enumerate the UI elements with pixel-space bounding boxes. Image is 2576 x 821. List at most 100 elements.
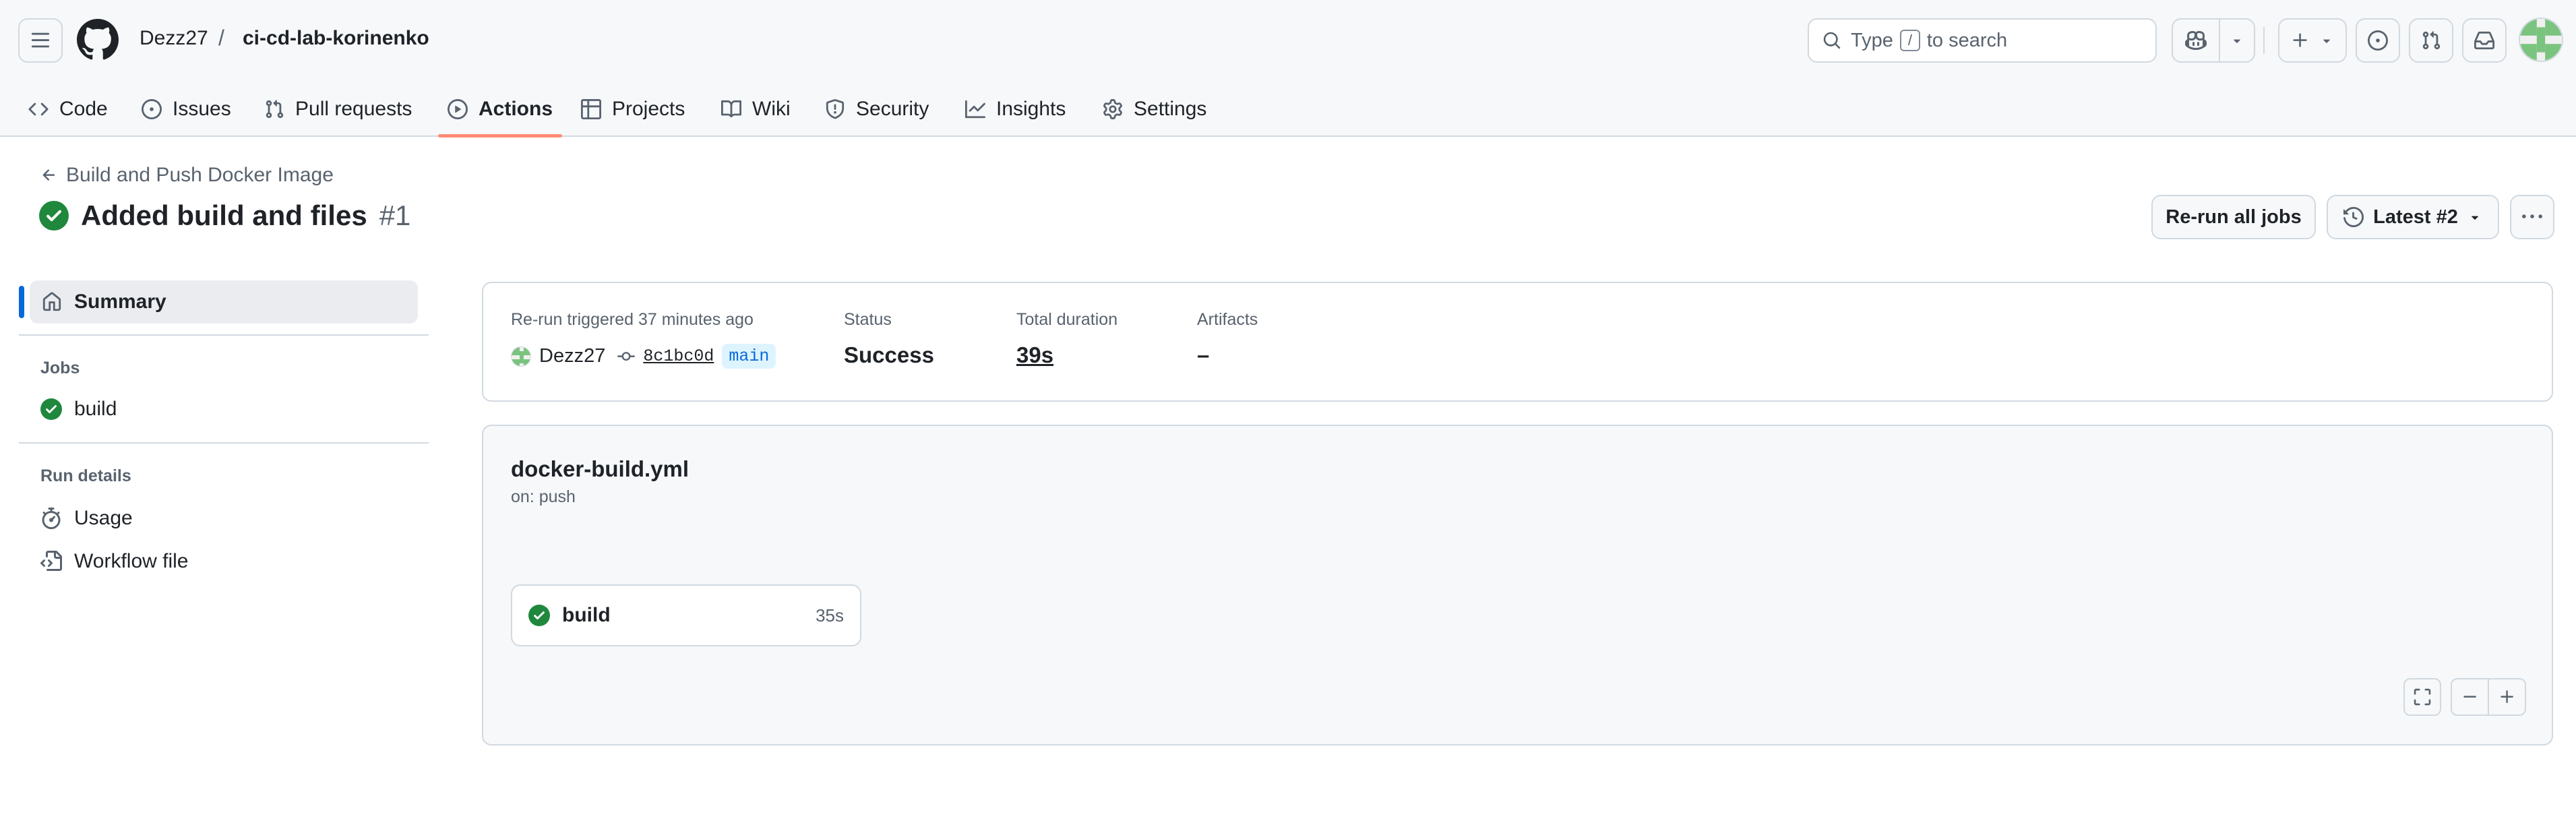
hamburger-icon xyxy=(31,32,50,48)
tab-wiki[interactable]: Wiki xyxy=(721,81,791,137)
breadcrumb-separator: / xyxy=(218,26,224,50)
your-pull-requests-button[interactable] xyxy=(2409,18,2453,63)
kebab-horizontal-icon xyxy=(2522,214,2542,218)
workflow-trigger: on: push xyxy=(511,487,576,506)
github-logo-icon[interactable] xyxy=(77,19,119,61)
actor-avatar xyxy=(511,346,531,367)
search-shortcut-key: / xyxy=(1899,30,1920,51)
status-value: Success xyxy=(844,342,934,367)
inbox-icon xyxy=(2474,31,2494,50)
search-placeholder-before: Type xyxy=(1851,29,1893,51)
more-options-button[interactable] xyxy=(2510,195,2554,239)
check-circle-fill-icon xyxy=(528,605,550,626)
zoom-in-button[interactable] xyxy=(2488,679,2525,714)
check-circle-fill-icon xyxy=(39,201,69,231)
global-header: Dezz27 / ci-cd-lab-korinenko Type / to s… xyxy=(0,0,2576,138)
repo-navigation: Code Issues Pull requests Actions Projec… xyxy=(0,81,2576,138)
job-duration: 35s xyxy=(816,605,844,626)
arrow-left-icon xyxy=(42,169,55,181)
branch-label[interactable]: main xyxy=(722,344,776,369)
tab-label: Issues xyxy=(173,97,231,120)
copilot-dropdown-button[interactable] xyxy=(2219,20,2254,61)
tab-label: Projects xyxy=(612,97,685,120)
triangle-down-icon xyxy=(2323,39,2331,43)
run-number: #1 xyxy=(379,200,411,231)
identicon-avatar-image xyxy=(512,346,530,366)
sidebar-item-summary[interactable]: Summary xyxy=(30,280,418,324)
duration-value[interactable]: 39s xyxy=(1016,342,1053,368)
file-code-icon xyxy=(40,551,62,571)
artifacts-value: – xyxy=(1197,342,1210,367)
breadcrumb-repo[interactable]: ci-cd-lab-korinenko xyxy=(243,27,429,50)
screen-full-icon xyxy=(2414,688,2431,706)
sidebar-item-usage[interactable]: Usage xyxy=(40,507,133,530)
run-summary-card xyxy=(482,282,2553,402)
git-pull-request-icon xyxy=(2422,31,2441,50)
copilot-button-group xyxy=(2172,18,2255,63)
tab-actions[interactable]: Actions xyxy=(437,81,563,138)
triggered-label: Re-run triggered 37 minutes ago xyxy=(511,310,754,329)
tab-issues[interactable]: Issues xyxy=(142,81,231,137)
play-icon xyxy=(448,98,468,119)
sidebar-jobs-heading: Jobs xyxy=(40,359,80,377)
tab-label: Security xyxy=(856,97,929,120)
tab-label: Actions xyxy=(479,97,553,120)
run-title-text: Added build and files xyxy=(81,200,367,231)
copilot-button[interactable] xyxy=(2173,20,2219,61)
triangle-down-icon xyxy=(2233,39,2241,43)
zoom-out-button[interactable] xyxy=(2452,679,2488,714)
workflow-name: Build and Push Docker Image xyxy=(66,164,334,186)
button-label: Re-run all jobs xyxy=(2166,206,2302,228)
attempt-select-button[interactable]: Latest #2 xyxy=(2327,195,2499,239)
stopwatch-icon xyxy=(42,508,61,529)
rerun-all-jobs-button[interactable]: Re-run all jobs xyxy=(2151,195,2316,239)
breadcrumb-owner[interactable]: Dezz27 xyxy=(140,27,208,50)
dash-icon xyxy=(2463,696,2476,698)
check-circle-fill-icon xyxy=(40,398,62,420)
tab-settings[interactable]: Settings xyxy=(1103,81,1206,137)
git-pull-request-icon xyxy=(266,99,284,118)
tab-security[interactable]: Security xyxy=(825,81,929,137)
actor-link[interactable]: Dezz27 xyxy=(539,345,605,367)
notifications-button[interactable] xyxy=(2462,18,2507,63)
plus-icon xyxy=(2500,690,2513,703)
shield-icon xyxy=(826,98,845,119)
graph-icon xyxy=(965,100,985,118)
tab-label: Settings xyxy=(1134,97,1207,120)
tab-projects[interactable]: Projects xyxy=(581,81,685,137)
plus-icon xyxy=(2293,33,2307,47)
run-title: Added build and files #1 xyxy=(39,200,410,232)
code-icon xyxy=(28,102,49,115)
tab-insights[interactable]: Insights xyxy=(965,81,1066,137)
triangle-down-icon xyxy=(2471,216,2478,220)
button-label: Latest #2 xyxy=(2373,206,2458,228)
workflow-back-link[interactable]: Build and Push Docker Image xyxy=(40,164,334,187)
search-placeholder-after: to search xyxy=(1926,29,2008,51)
sidebar-item-label: build xyxy=(74,398,117,420)
issue-opened-icon xyxy=(2368,30,2388,51)
tab-pull-requests[interactable]: Pull requests xyxy=(264,81,412,137)
header-divider xyxy=(2263,27,2265,54)
sidebar-divider xyxy=(19,442,429,444)
menu-button[interactable] xyxy=(18,18,63,63)
tab-label: Wiki xyxy=(752,97,791,120)
sidebar-item-label: Workflow file xyxy=(74,550,189,572)
sidebar-run-details-heading: Run details xyxy=(40,466,131,485)
gear-icon xyxy=(1103,98,1122,119)
sidebar-item-label: Summary xyxy=(74,291,166,313)
user-avatar[interactable] xyxy=(2519,18,2563,62)
job-node-build[interactable]: build 35s xyxy=(511,584,861,646)
job-name: build xyxy=(562,604,611,626)
sidebar-item-workflow-file[interactable]: Workflow file xyxy=(40,550,188,573)
tab-code[interactable]: Code xyxy=(28,81,108,137)
identicon-avatar-image xyxy=(2520,19,2562,61)
search-input[interactable]: Type / to search xyxy=(1808,18,2157,63)
create-new-button[interactable] xyxy=(2278,18,2347,63)
search-icon xyxy=(1823,32,1841,49)
active-item-marker xyxy=(19,286,24,318)
tab-label: Pull requests xyxy=(295,97,412,120)
your-issues-button[interactable] xyxy=(2356,18,2400,63)
commit-sha-link[interactable]: 8c1bc0d xyxy=(643,346,714,366)
fullscreen-button[interactable] xyxy=(2403,678,2441,716)
sidebar-item-job-build[interactable]: build xyxy=(40,398,117,421)
